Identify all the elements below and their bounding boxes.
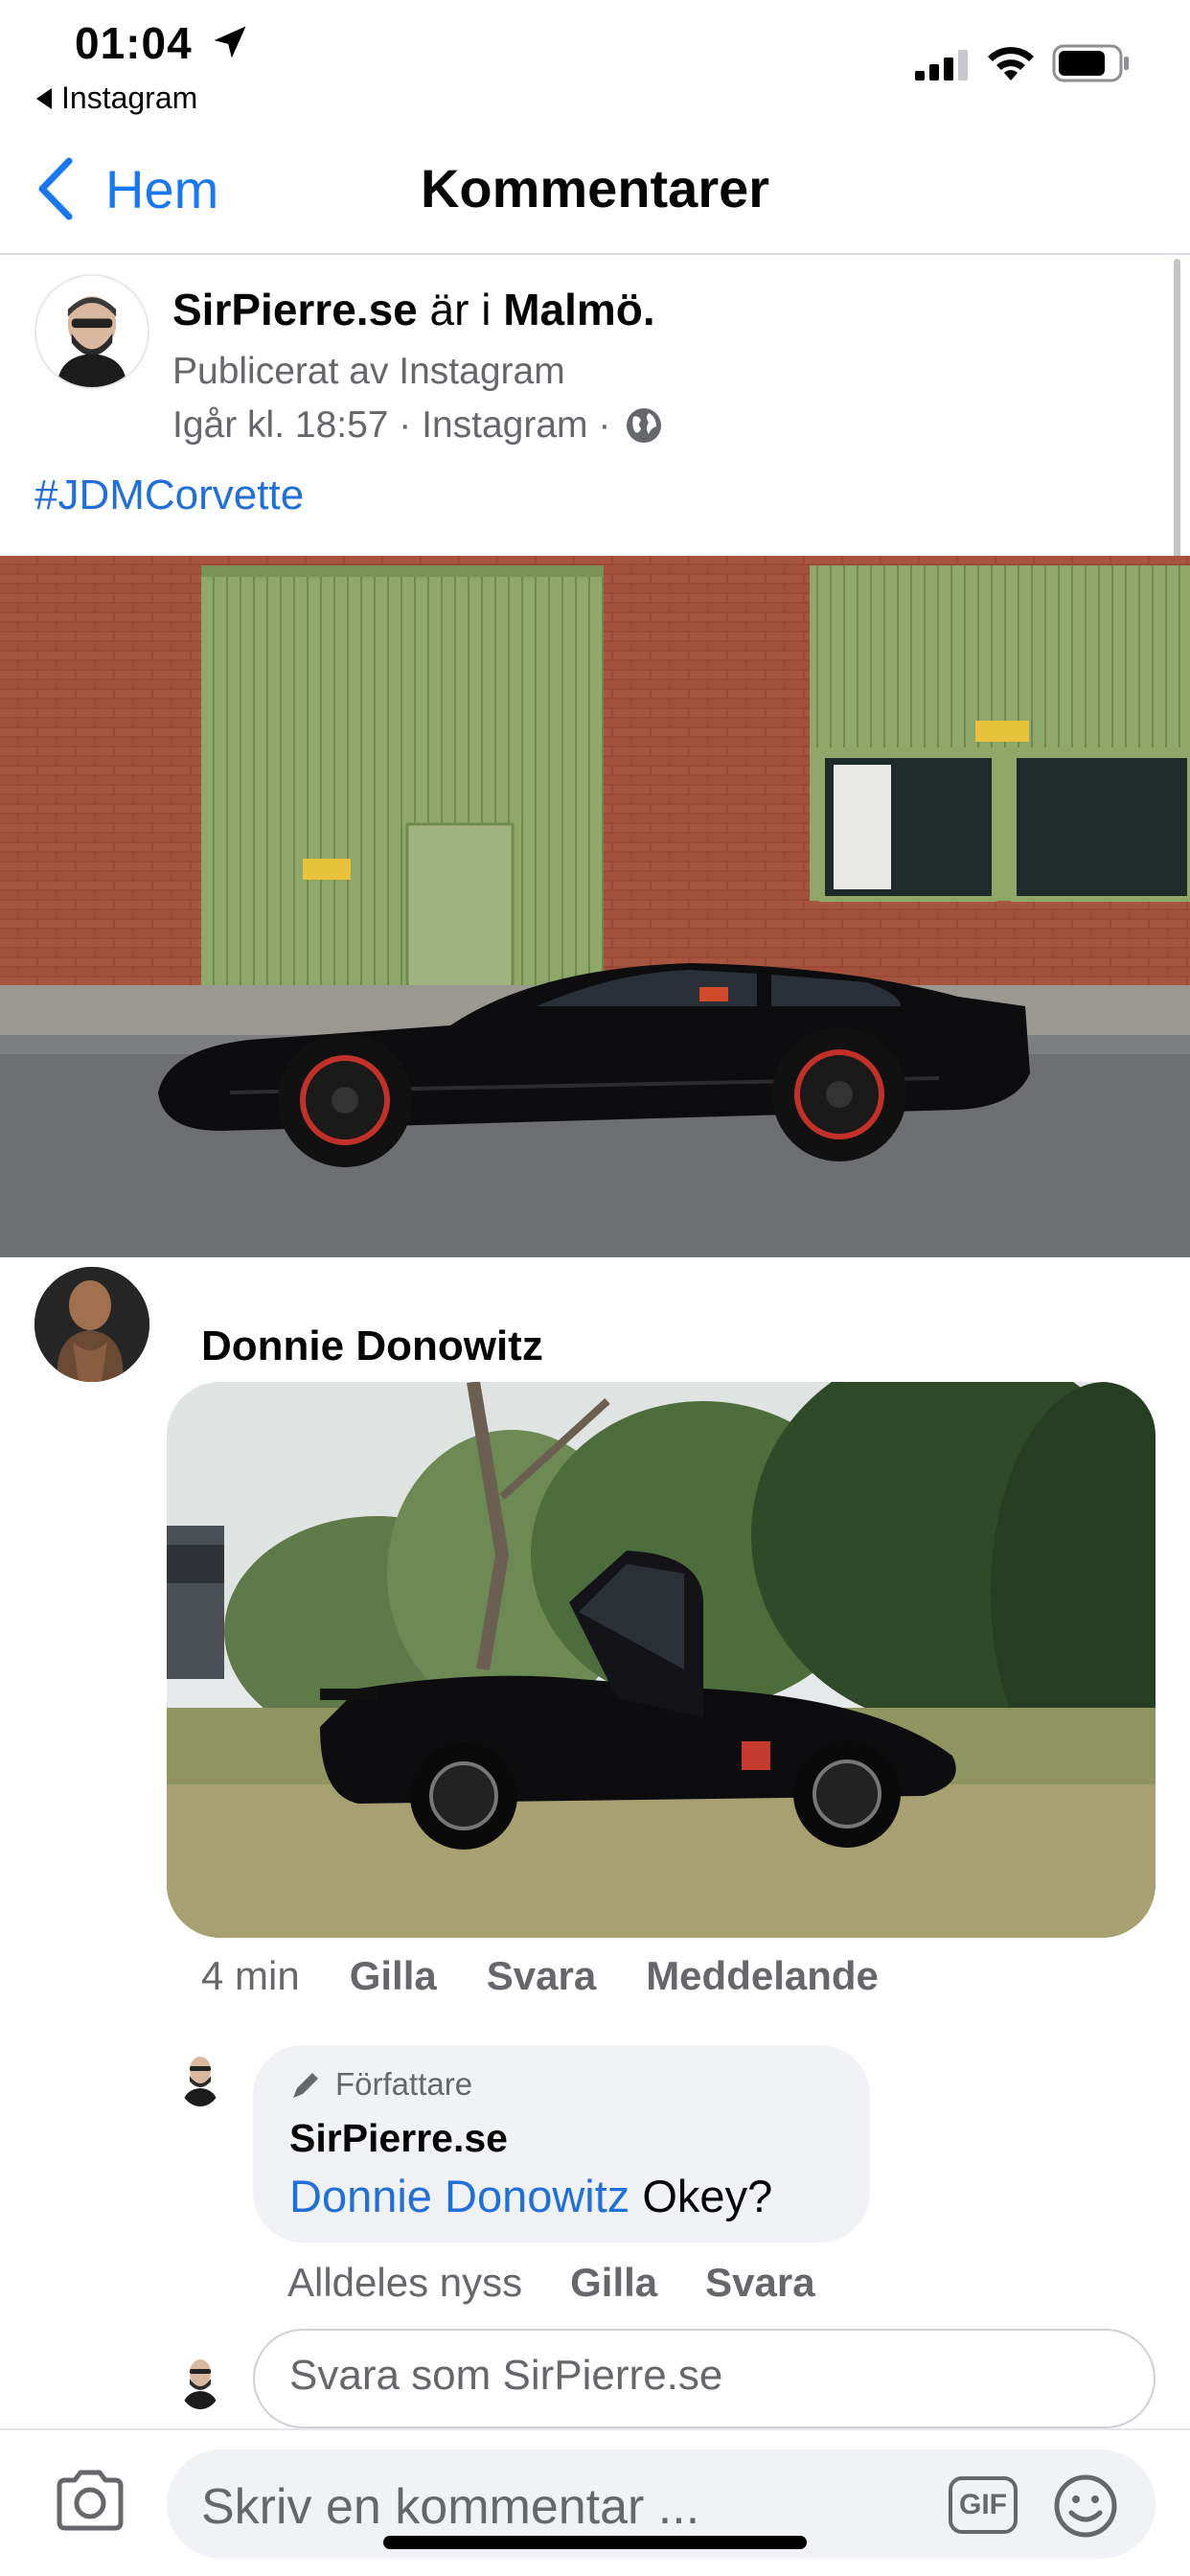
status-bar: 01:04 Instagram <box>0 0 1190 125</box>
post-author-connector: är i <box>417 285 504 334</box>
post-location[interactable]: Malmö. <box>503 285 654 334</box>
back-to-app-link[interactable]: Instagram <box>36 80 197 116</box>
comment-message-button[interactable]: Meddelande <box>646 1953 879 1999</box>
reply-bubble[interactable]: Författare SirPierre.se Donnie Donowitz … <box>253 2045 870 2242</box>
reply-input-placeholder: Svara som SirPierre.se <box>289 2352 723 2399</box>
comment-input-placeholder: Skriv en kommentar ... <box>201 2479 700 2535</box>
post-hashtag-link[interactable]: #JDMCorvette <box>34 472 304 519</box>
gif-button[interactable]: GIF <box>949 2476 1018 2534</box>
post-photo[interactable] <box>0 556 1190 1257</box>
wifi-icon <box>988 47 1034 80</box>
page-title: Kommentarer <box>420 158 770 218</box>
post-author-name[interactable]: SirPierre.se <box>172 285 418 334</box>
avatar-portrait-icon <box>178 2352 222 2409</box>
author-badge-label: Författare <box>335 2066 473 2102</box>
reply-body: Okey? <box>629 2171 773 2221</box>
scroll-indicator <box>1174 259 1180 565</box>
reply-time: Alldeles nyss <box>287 2260 523 2305</box>
reply-like-button[interactable]: Gilla <box>570 2260 657 2306</box>
reply-text: Donnie Donowitz Okey? <box>289 2170 772 2222</box>
post-timestamp-row: Igår kl. 18:57 · Instagram · <box>172 404 664 447</box>
back-app-label: Instagram <box>61 80 198 115</box>
corvette-lambo-doors-photo <box>167 1382 1156 1938</box>
reply-mention-link[interactable]: Donnie Donowitz <box>289 2171 629 2221</box>
avatar-portrait-icon <box>36 276 148 387</box>
comment-composer: Skriv en kommentar ... GIF <box>0 2428 1190 2576</box>
globe-icon <box>627 408 662 443</box>
home-indicator[interactable] <box>383 2536 807 2549</box>
reply-reply-button[interactable]: Svara <box>705 2260 814 2306</box>
author-badge: Författare <box>289 2066 472 2103</box>
post-author-line: SirPierre.se är i Malmö. <box>172 284 655 335</box>
corvette-garage-photo <box>0 556 1190 1257</box>
navigation-bar: Hem Kommentarer <box>0 125 1190 255</box>
status-time: 01:04 <box>75 18 193 68</box>
location-arrow-icon <box>214 26 246 58</box>
post-published-by: Publicerat av Instagram <box>172 351 565 392</box>
camera-icon[interactable] <box>54 2467 126 2534</box>
comment-actions: 4 min Gilla Svara Meddelande <box>201 1953 879 1999</box>
reply-input-field[interactable]: Svara som SirPierre.se <box>253 2329 1156 2428</box>
pencil-icon <box>293 2073 318 2098</box>
avatar-photo-icon <box>34 1267 149 1382</box>
comment-reply-button[interactable]: Svara <box>487 1953 596 1999</box>
avatar-portrait-icon <box>178 2049 222 2106</box>
post-timestamp: Igår kl. 18:57 · Instagram · <box>172 404 611 446</box>
post-author-avatar[interactable] <box>34 274 149 389</box>
reply-author-name[interactable]: SirPierre.se <box>289 2116 508 2161</box>
commenter-name[interactable]: Donnie Donowitz <box>201 1322 543 1370</box>
comment-time: 4 min <box>201 1953 300 1998</box>
reply-input-avatar <box>178 2352 222 2409</box>
reply-author-avatar[interactable] <box>178 2049 222 2106</box>
comment-photo[interactable] <box>167 1382 1156 1938</box>
commenter-avatar[interactable] <box>34 1267 149 1382</box>
battery-icon <box>1052 44 1129 82</box>
smiley-icon[interactable] <box>1052 2472 1119 2540</box>
comment-like-button[interactable]: Gilla <box>350 1953 437 1999</box>
reply-actions: Alldeles nyss Gilla Svara <box>287 2260 815 2306</box>
cellular-signal-icon <box>915 50 968 80</box>
back-triangle-icon <box>36 87 52 109</box>
post-header: SirPierre.se är i Malmö. Publicerat av I… <box>0 255 1190 556</box>
